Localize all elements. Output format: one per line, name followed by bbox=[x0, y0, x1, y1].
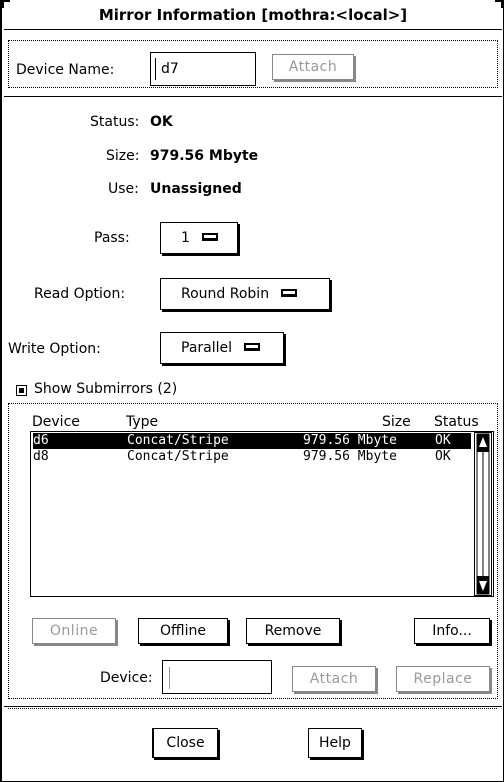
status-value: OK bbox=[150, 114, 173, 130]
size-value: 979.56 Mbyte bbox=[150, 148, 259, 164]
write-option-label: Write Option: bbox=[8, 341, 101, 357]
device-name-value: d7 bbox=[161, 61, 179, 77]
show-submirrors-checkbox[interactable] bbox=[16, 385, 27, 396]
pass-menu-button[interactable]: 1 bbox=[160, 222, 238, 254]
offline-button[interactable]: Offline bbox=[138, 618, 228, 644]
info-button[interactable]: Info... bbox=[414, 618, 490, 644]
remove-button[interactable]: Remove bbox=[246, 618, 340, 644]
row-type: Concat/Stripe bbox=[127, 449, 229, 464]
submirror-attach-button[interactable]: Attach bbox=[292, 666, 376, 692]
use-value: Unassigned bbox=[150, 181, 242, 197]
device-name-label: Device Name: bbox=[16, 62, 115, 78]
close-button[interactable]: Close bbox=[152, 728, 218, 758]
divider bbox=[4, 706, 502, 707]
row-device: d8 bbox=[33, 449, 49, 464]
divider bbox=[8, 708, 497, 709]
replace-button[interactable]: Replace bbox=[396, 666, 490, 692]
menu-indicator-icon bbox=[281, 288, 298, 297]
row-size: 979.56 Mbyte bbox=[303, 433, 397, 448]
row-status: OK bbox=[435, 449, 451, 464]
column-header-device: Device bbox=[32, 414, 80, 430]
row-type: Concat/Stripe bbox=[127, 433, 229, 448]
row-status: OK bbox=[435, 433, 451, 448]
mirror-information-window: Mirror Information [mothra:<local>] Devi… bbox=[0, 0, 504, 782]
use-label: Use: bbox=[108, 181, 139, 197]
submirror-list[interactable]: d6 Concat/Stripe 979.56 Mbyte OK d8 Conc… bbox=[30, 431, 494, 597]
row-device: d6 bbox=[33, 433, 49, 448]
scrollbar-graphic bbox=[476, 433, 490, 595]
table-row[interactable]: d8 Concat/Stripe 979.56 Mbyte OK bbox=[33, 449, 471, 465]
window-title[interactable]: Mirror Information [mothra:<local>] bbox=[4, 0, 502, 30]
size-label: Size: bbox=[106, 148, 140, 164]
table-row[interactable]: d6 Concat/Stripe 979.56 Mbyte OK bbox=[33, 433, 471, 449]
write-option-value: Parallel bbox=[181, 340, 233, 356]
write-option-menu-button[interactable]: Parallel bbox=[160, 332, 284, 364]
device-name-field[interactable]: d7 bbox=[150, 52, 256, 86]
row-size: 979.56 Mbyte bbox=[303, 449, 397, 464]
read-option-menu-button[interactable]: Round Robin bbox=[160, 278, 330, 310]
text-caret bbox=[155, 58, 156, 80]
device-field[interactable] bbox=[162, 660, 272, 694]
pass-label: Pass: bbox=[94, 230, 130, 246]
menu-indicator-icon bbox=[244, 342, 261, 351]
device-label: Device: bbox=[100, 670, 153, 686]
column-header-size: Size bbox=[382, 414, 411, 430]
status-label: Status: bbox=[90, 114, 140, 130]
menu-indicator-icon bbox=[201, 232, 218, 241]
show-submirrors-label[interactable]: Show Submirrors (2) bbox=[34, 381, 177, 397]
help-button[interactable]: Help bbox=[308, 728, 362, 758]
column-header-status: Status bbox=[434, 414, 479, 430]
text-caret bbox=[169, 667, 170, 689]
online-button[interactable]: Online bbox=[32, 618, 116, 644]
read-option-label: Read Option: bbox=[34, 286, 126, 302]
divider bbox=[4, 96, 502, 97]
submirror-list-scrollbar[interactable] bbox=[474, 432, 492, 596]
attach-button[interactable]: Attach bbox=[272, 54, 354, 80]
column-header-type: Type bbox=[126, 414, 159, 430]
pass-value: 1 bbox=[181, 230, 190, 246]
read-option-value: Round Robin bbox=[181, 286, 270, 302]
